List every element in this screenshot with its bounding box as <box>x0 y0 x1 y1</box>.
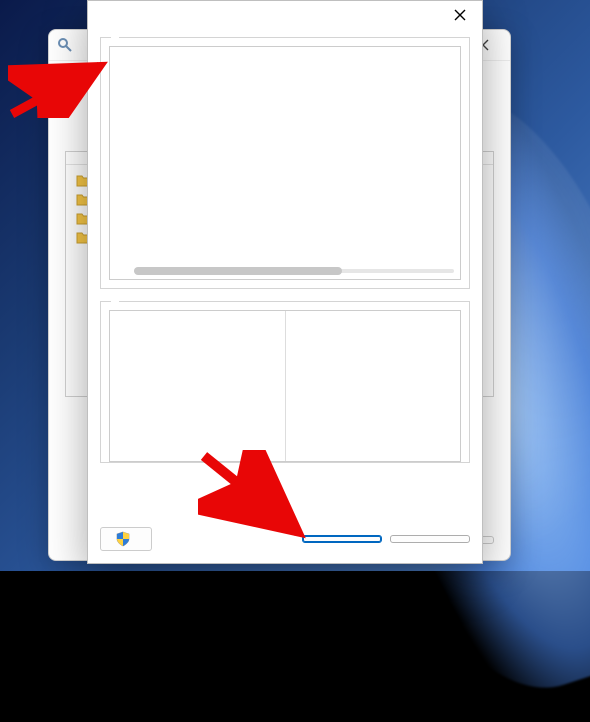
tree-horizontal-scrollbar[interactable] <box>134 269 454 273</box>
group-change-locations <box>100 37 470 289</box>
summary-header-exclude <box>294 317 453 320</box>
ok-button[interactable] <box>302 535 382 543</box>
summary-header-included <box>118 317 277 320</box>
summary-body <box>109 310 461 462</box>
close-icon <box>454 9 466 21</box>
show-all-locations-button[interactable] <box>100 527 152 551</box>
dialog-indexed-locations <box>87 0 483 564</box>
summary-col-included <box>110 311 285 461</box>
dialog-close-button[interactable] <box>444 4 476 26</box>
summary-col-exclude <box>285 311 461 461</box>
uac-shield-icon <box>115 531 131 547</box>
dialog-footer <box>100 527 470 551</box>
dialog-body <box>88 29 482 473</box>
cancel-button[interactable] <box>390 535 470 543</box>
locations-tree[interactable] <box>109 46 461 280</box>
dialog-titlebar[interactable] <box>88 1 482 29</box>
indexing-options-icon <box>57 37 73 53</box>
group-summary <box>100 301 470 463</box>
